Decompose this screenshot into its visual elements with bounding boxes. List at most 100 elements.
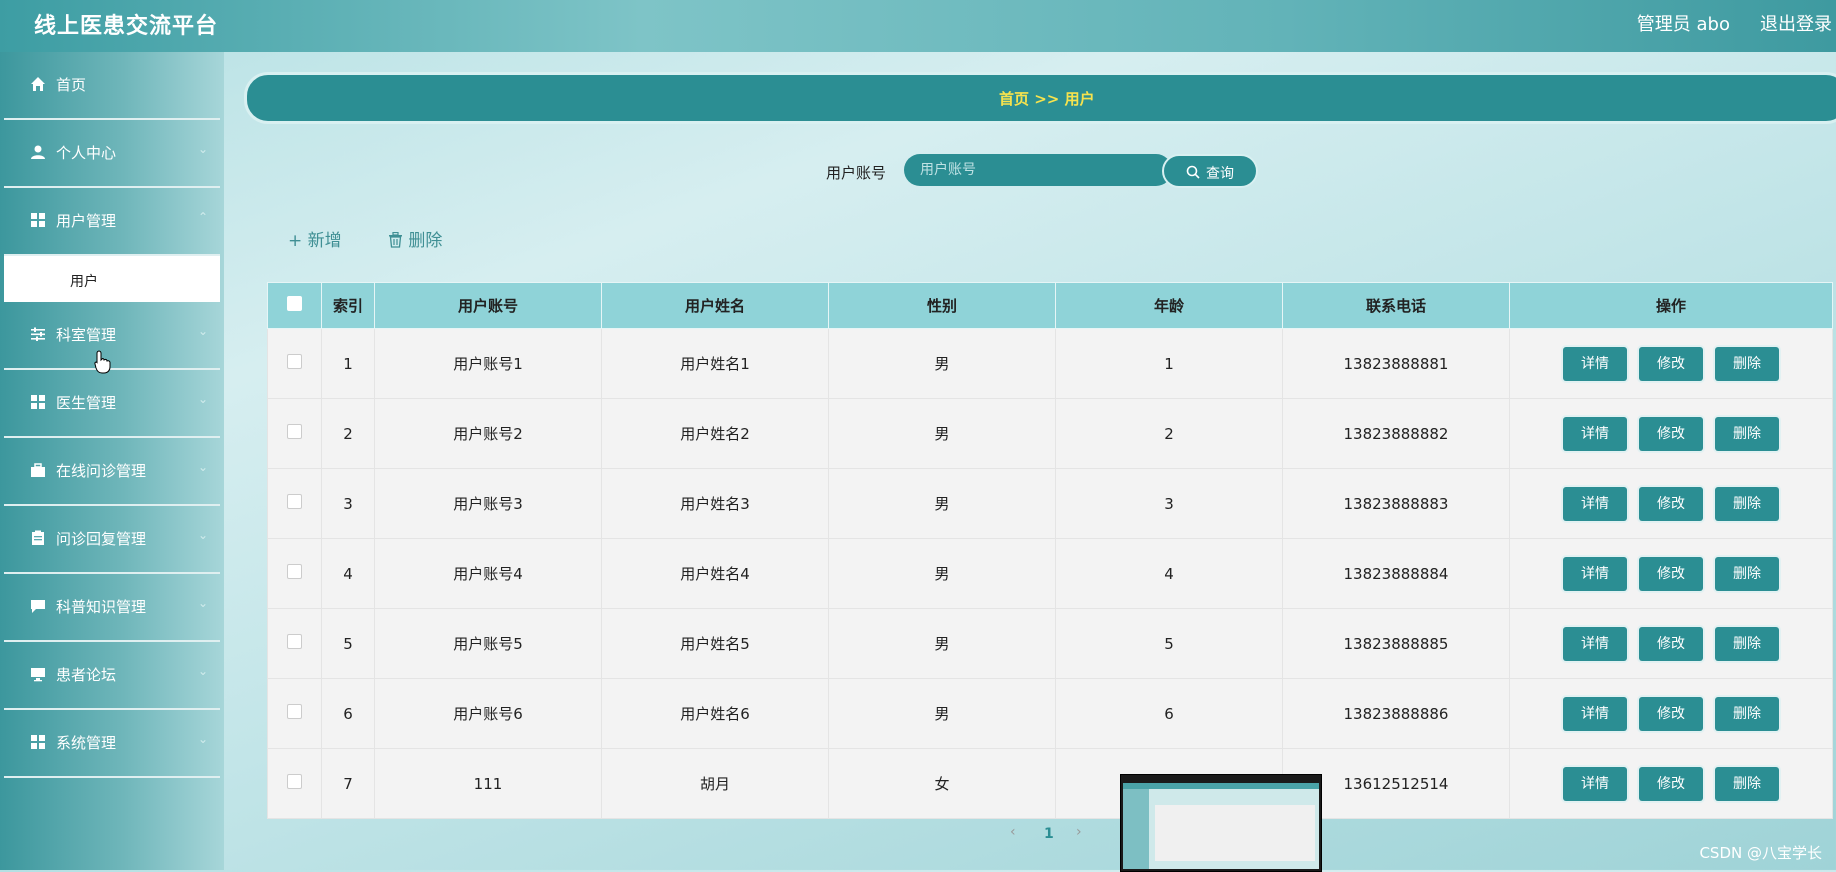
delete-button[interactable]: 删除 <box>1715 696 1779 731</box>
row-checkbox[interactable] <box>287 424 302 439</box>
edit-button[interactable]: 修改 <box>1639 346 1703 381</box>
row-checkbox[interactable] <box>287 354 302 369</box>
logout-link[interactable]: 退出登录 <box>1760 10 1832 36</box>
sidebar-item-forum[interactable]: 患者论坛 ⌄ <box>4 642 220 710</box>
thumbnail-table <box>1155 805 1315 861</box>
sidebar-item-knowledge[interactable]: 科普知识管理 ⌄ <box>4 574 220 642</box>
column-header: 用户账号 <box>374 282 602 329</box>
edit-button[interactable]: 修改 <box>1639 486 1703 521</box>
search-button[interactable]: 查询 <box>1162 154 1258 188</box>
edit-button[interactable]: 修改 <box>1639 626 1703 661</box>
cell-index: 2 <box>321 398 375 469</box>
detail-button[interactable]: 详情 <box>1563 696 1627 731</box>
cell-account: 用户账号3 <box>374 468 602 539</box>
table-header-row: 索引 用户账号 用户姓名 性别 年龄 联系电话 操作 <box>267 282 1833 329</box>
add-button[interactable]: + 新增 <box>288 226 342 251</box>
chevron-down-icon: ⌄ <box>197 324 208 338</box>
batch-delete-button[interactable]: 删除 <box>388 226 442 251</box>
sidebar-item-user-mgmt[interactable]: 用户管理 ⌃ <box>4 188 220 256</box>
detail-button[interactable]: 详情 <box>1563 556 1627 591</box>
edit-button[interactable]: 修改 <box>1639 696 1703 731</box>
edit-button[interactable]: 修改 <box>1639 416 1703 451</box>
sidebar-subitem-user[interactable]: 用户 <box>4 256 220 302</box>
detail-button[interactable]: 详情 <box>1563 486 1627 521</box>
cell-name: 用户姓名6 <box>601 678 829 749</box>
detail-button[interactable]: 详情 <box>1563 766 1627 801</box>
cell-gender: 男 <box>828 468 1056 539</box>
grid-icon <box>31 395 45 409</box>
delete-button[interactable]: 删除 <box>1715 486 1779 521</box>
cell-actions: 详情 修改 删除 <box>1509 678 1833 749</box>
user-table: 索引 用户账号 用户姓名 性别 年龄 联系电话 操作 1 用户账号1 用户姓名1… <box>267 282 1833 819</box>
row-checkbox[interactable] <box>287 774 302 789</box>
sidebar-item-system[interactable]: 系统管理 ⌄ <box>4 710 220 778</box>
chevron-down-icon: ⌄ <box>197 664 208 678</box>
cell-gender: 男 <box>828 538 1056 609</box>
sidebar-item-label: 问诊回复管理 <box>56 530 147 548</box>
row-checkbox[interactable] <box>287 494 302 509</box>
cell-gender: 男 <box>828 608 1056 679</box>
cell-index: 4 <box>321 538 375 609</box>
cell-name: 胡月 <box>601 748 829 819</box>
row-checkbox[interactable] <box>287 564 302 579</box>
cell-index: 5 <box>321 608 375 679</box>
trash-icon <box>389 231 402 248</box>
prev-page-button[interactable]: ‹ <box>1010 824 1016 840</box>
sidebar-item-label: 用户管理 <box>56 212 117 230</box>
cell-account: 用户账号5 <box>374 608 602 679</box>
table-row: 5 用户账号5 用户姓名5 男 5 13823888885 详情 修改 删除 <box>267 608 1833 679</box>
sidebar-item-department[interactable]: 科室管理 ⌄ <box>4 302 220 370</box>
chevron-down-icon: ⌄ <box>197 392 208 406</box>
column-header: 性别 <box>828 282 1056 329</box>
sliders-icon <box>31 327 45 341</box>
sidebar-item-reply[interactable]: 问诊回复管理 ⌄ <box>4 506 220 574</box>
cell-account: 用户账号1 <box>374 328 602 399</box>
table-row: 6 用户账号6 用户姓名6 男 6 13823888886 详情 修改 删除 <box>267 678 1833 749</box>
cell-gender: 男 <box>828 398 1056 469</box>
edit-button[interactable]: 修改 <box>1639 766 1703 801</box>
cell-gender: 男 <box>828 328 1056 399</box>
search-icon <box>1186 165 1200 179</box>
table-row: 4 用户账号4 用户姓名4 男 4 13823888884 详情 修改 删除 <box>267 538 1833 609</box>
page-number[interactable]: 1 <box>1044 826 1054 842</box>
chevron-down-icon: ⌄ <box>197 732 208 746</box>
detail-button[interactable]: 详情 <box>1563 626 1627 661</box>
search-label: 用户账号 <box>826 164 887 182</box>
delete-button[interactable]: 删除 <box>1715 766 1779 801</box>
chevron-up-icon: ⌃ <box>197 210 208 224</box>
table-row: 3 用户账号3 用户姓名3 男 3 13823888883 详情 修改 删除 <box>267 468 1833 539</box>
delete-button[interactable]: 删除 <box>1715 556 1779 591</box>
edit-button[interactable]: 修改 <box>1639 556 1703 591</box>
cell-actions: 详情 修改 删除 <box>1509 468 1833 539</box>
cell-phone: 13823888881 <box>1282 328 1510 399</box>
chat-icon <box>31 600 45 613</box>
cell-phone: 13823888884 <box>1282 538 1510 609</box>
cell-phone: 13823888882 <box>1282 398 1510 469</box>
row-checkbox[interactable] <box>287 634 302 649</box>
checkbox[interactable] <box>287 296 302 311</box>
sidebar: 首页 个人中心 ⌄ 用户管理 ⌃ 用户 科室管理 ⌄ 医生管理 ⌄ 在线问诊管理… <box>0 52 224 870</box>
breadcrumb-bar: 首页 >> 用户 <box>244 72 1836 124</box>
delete-button[interactable]: 删除 <box>1715 626 1779 661</box>
admin-user-label: 管理员 abo <box>1636 14 1730 35</box>
sidebar-item-consult[interactable]: 在线问诊管理 ⌄ <box>4 438 220 506</box>
cell-phone: 13823888883 <box>1282 468 1510 539</box>
detail-button[interactable]: 详情 <box>1563 416 1627 451</box>
delete-button[interactable]: 删除 <box>1715 416 1779 451</box>
sidebar-item-home[interactable]: 首页 <box>4 52 220 120</box>
search-input[interactable] <box>904 154 1172 186</box>
next-page-button[interactable]: › <box>1076 824 1082 840</box>
watermark: CSDN @八宝学长 <box>1699 844 1822 862</box>
cell-age: 3 <box>1055 468 1283 539</box>
breadcrumb[interactable]: 首页 >> 用户 <box>999 88 1095 109</box>
row-checkbox[interactable] <box>287 704 302 719</box>
cell-phone: 13823888886 <box>1282 678 1510 749</box>
search-button-label: 查询 <box>1206 166 1234 182</box>
select-all-checkbox[interactable] <box>267 282 322 329</box>
detail-button[interactable]: 详情 <box>1563 346 1627 381</box>
thumbnail-sidebar <box>1123 789 1149 869</box>
sidebar-item-personal[interactable]: 个人中心 ⌄ <box>4 120 220 188</box>
sidebar-item-doctor[interactable]: 医生管理 ⌄ <box>4 370 220 438</box>
delete-button[interactable]: 删除 <box>1715 346 1779 381</box>
cell-age: 6 <box>1055 678 1283 749</box>
